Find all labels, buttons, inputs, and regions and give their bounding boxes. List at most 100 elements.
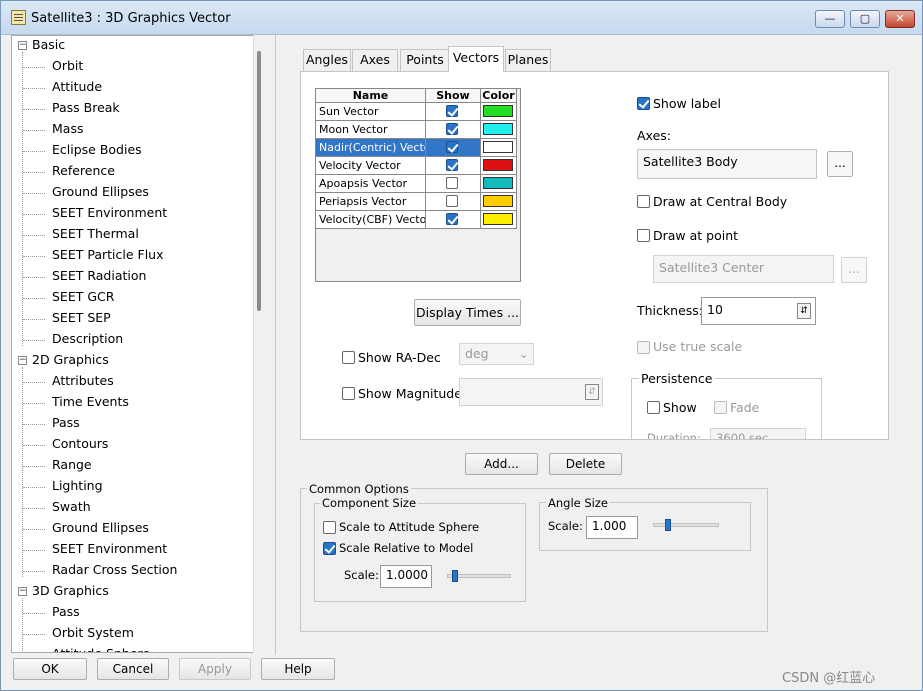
color-swatch[interactable] [483, 213, 513, 225]
table-row-name[interactable]: Sun Vector [316, 103, 426, 121]
tab-vectors[interactable]: Vectors [448, 46, 504, 72]
tree-item[interactable]: Radar Cross Section [52, 560, 177, 581]
table-header-color[interactable]: Color [481, 89, 517, 103]
tree-item[interactable]: Lighting [52, 476, 103, 497]
tree-item[interactable]: 2D Graphics [32, 350, 109, 371]
close-button[interactable]: ✕ [885, 10, 915, 28]
table-row-color[interactable] [481, 211, 517, 229]
tree-item[interactable]: SEET Particle Flux [52, 245, 163, 266]
tree-item[interactable]: SEET Thermal [52, 224, 139, 245]
tree-item[interactable]: Ground Ellipses [52, 182, 149, 203]
vector-show-checkbox[interactable] [446, 177, 458, 189]
splitter[interactable] [275, 35, 276, 655]
axes-field[interactable]: Satellite3 Body [637, 149, 817, 179]
tree-item[interactable]: Orbit System [52, 623, 134, 644]
tree-item[interactable]: Mass [52, 119, 83, 140]
component-scale-slider-thumb[interactable] [452, 570, 458, 582]
tree-collapse-icon[interactable]: − [18, 41, 27, 50]
vector-show-checkbox[interactable] [446, 105, 458, 117]
tree-item[interactable]: Orbit [52, 56, 83, 77]
delete-button[interactable]: Delete [549, 453, 622, 475]
tree-collapse-icon[interactable]: − [18, 587, 27, 596]
color-swatch[interactable] [483, 177, 513, 189]
angle-scale-field[interactable]: 1.000 [586, 516, 638, 539]
vectors-table[interactable]: Name Show Color Sun Vector Moon Vector Nadir(… [315, 88, 521, 282]
table-row-name[interactable]: Periapsis Vector [316, 193, 426, 211]
category-tree[interactable]: Basic − Orbit Attitude Pass Break Mass Eclipse… [11, 35, 265, 653]
vector-show-checkbox[interactable] [446, 123, 458, 135]
axes-browse-button[interactable]: ... [827, 151, 853, 177]
show-magnitude-checkbox[interactable] [342, 387, 355, 400]
tree-scrollbar[interactable] [253, 35, 265, 653]
tree-item[interactable]: Contours [52, 434, 108, 455]
scale-to-attitude-sphere-checkbox[interactable] [323, 521, 336, 534]
minimize-button[interactable]: — [815, 10, 845, 28]
table-row-name[interactable]: Moon Vector [316, 121, 426, 139]
maximize-button[interactable]: ▢ [850, 10, 880, 28]
tab-angles[interactable]: Angles [303, 49, 351, 71]
tree-item[interactable]: SEET Environment [52, 539, 167, 560]
tab-points[interactable]: Points [400, 49, 450, 71]
tree-item[interactable]: Ground Ellipses [52, 518, 149, 539]
angle-scale-slider-thumb[interactable] [665, 519, 671, 531]
tree-item[interactable]: SEET GCR [52, 287, 114, 308]
help-button[interactable]: Help [261, 658, 335, 680]
tree-scroll-thumb[interactable] [257, 51, 261, 311]
draw-central-body-checkbox[interactable] [637, 195, 650, 208]
tree-item[interactable]: SEET Radiation [52, 266, 146, 287]
table-row-color[interactable] [481, 139, 517, 157]
table-header-show[interactable]: Show [426, 89, 481, 103]
tree-item[interactable]: SEET Environment [52, 203, 167, 224]
tree-item[interactable]: Basic [32, 36, 65, 56]
thickness-spin-icon[interactable]: ⇵ [797, 303, 811, 319]
tree-item[interactable]: Range [52, 455, 92, 476]
tree-item[interactable]: 3D Graphics [32, 581, 109, 602]
show-label-checkbox[interactable] [637, 97, 650, 110]
tree-item[interactable]: Pass [52, 602, 80, 623]
tree-item[interactable]: SEET SEP [52, 308, 111, 329]
table-header-name[interactable]: Name [316, 89, 426, 103]
vector-show-checkbox[interactable] [446, 141, 458, 153]
color-swatch[interactable] [483, 141, 513, 153]
color-swatch[interactable] [483, 159, 513, 171]
vector-show-checkbox[interactable] [446, 213, 458, 225]
angle-scale-slider[interactable] [653, 523, 719, 527]
ok-button[interactable]: OK [13, 658, 87, 680]
tree-collapse-icon[interactable]: − [18, 356, 27, 365]
display-times-button[interactable]: Display Times ... [414, 299, 521, 326]
tree-item[interactable]: Pass Break [52, 98, 120, 119]
persistence-show-checkbox[interactable] [647, 401, 660, 414]
show-ra-dec-checkbox[interactable] [342, 351, 355, 364]
scale-relative-to-model-checkbox[interactable] [323, 542, 336, 555]
tree-item[interactable]: Attitude [52, 77, 102, 98]
tab-planes[interactable]: Planes [505, 49, 551, 71]
component-scale-field[interactable]: 1.0000 [380, 565, 432, 588]
draw-at-point-checkbox[interactable] [637, 229, 650, 242]
vector-show-checkbox[interactable] [446, 195, 458, 207]
tree-item[interactable]: Time Events [52, 392, 129, 413]
table-row-color[interactable] [481, 157, 517, 175]
tree-item[interactable]: Pass [52, 413, 80, 434]
tree-item[interactable]: Reference [52, 161, 115, 182]
vector-show-checkbox[interactable] [446, 159, 458, 171]
thickness-field[interactable]: 10 ⇵ [701, 297, 816, 325]
color-swatch[interactable] [483, 195, 513, 207]
color-swatch[interactable] [483, 105, 513, 117]
table-row-name[interactable]: Nadir(Centric) Vector [316, 139, 426, 157]
table-row-color[interactable] [481, 193, 517, 211]
tab-axes[interactable]: Axes [352, 49, 398, 71]
table-row-name[interactable]: Velocity Vector [316, 157, 426, 175]
table-row-color[interactable] [481, 103, 517, 121]
table-row-color[interactable] [481, 121, 517, 139]
tree-item[interactable]: Eclipse Bodies [52, 140, 142, 161]
cancel-button[interactable]: Cancel [97, 658, 169, 680]
tree-item[interactable]: Swath [52, 497, 91, 518]
table-row-name[interactable]: Apoapsis Vector [316, 175, 426, 193]
table-row-name[interactable]: Velocity(CBF) Vector [316, 211, 426, 229]
tree-item[interactable]: Attributes [52, 371, 114, 392]
tree-item[interactable]: Attitude Sphere [52, 644, 150, 652]
color-swatch[interactable] [483, 123, 513, 135]
tree-item[interactable]: Description [52, 329, 123, 350]
table-row-color[interactable] [481, 175, 517, 193]
add-button[interactable]: Add... [465, 453, 538, 475]
